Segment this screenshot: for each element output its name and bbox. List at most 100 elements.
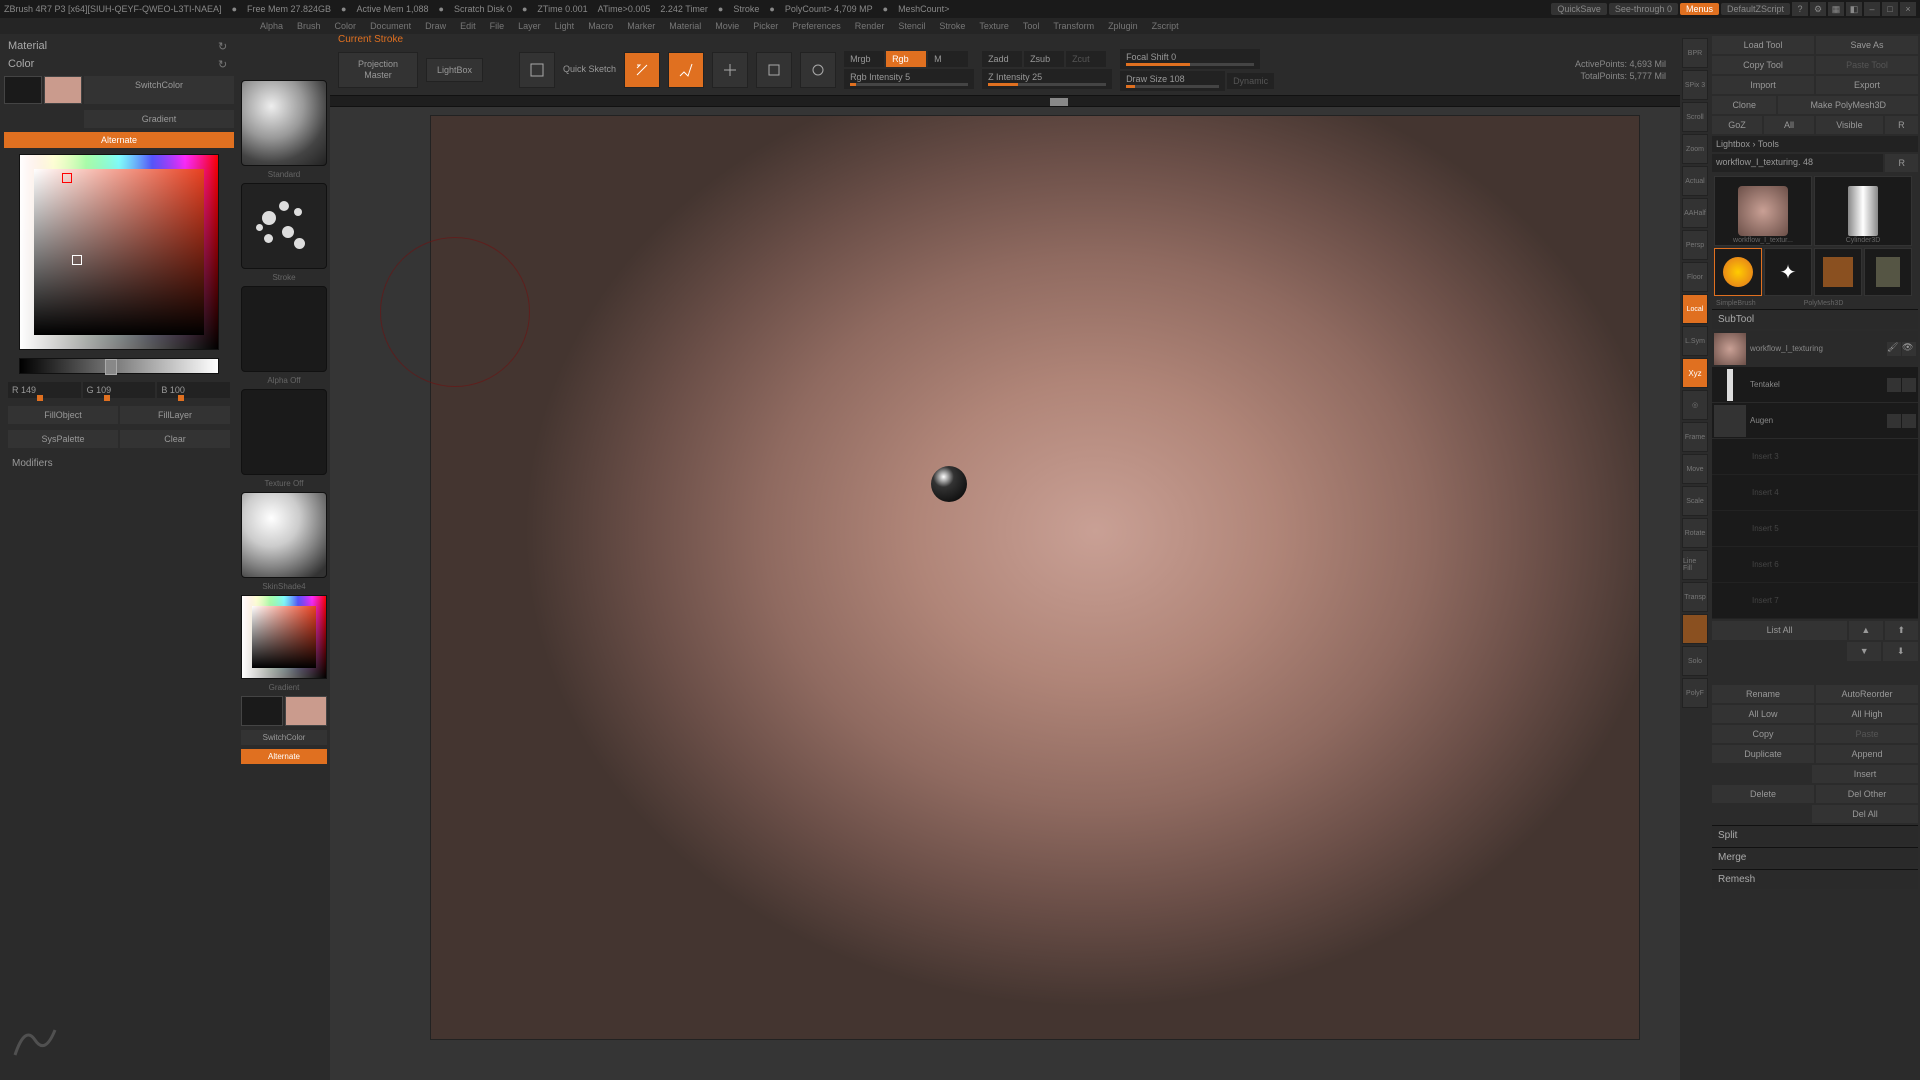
g-field[interactable]: G 109 (83, 382, 156, 398)
menu-material[interactable]: Material (669, 21, 701, 31)
ruler[interactable] (330, 95, 1680, 107)
primary-color-swatch[interactable] (44, 76, 82, 104)
scale-button[interactable] (756, 52, 792, 88)
subtool-empty-1[interactable]: Insert 3 (1712, 439, 1918, 475)
split-header[interactable]: Split (1712, 825, 1918, 845)
bpr-button[interactable]: BPR (1682, 38, 1708, 68)
tool-thumb-6[interactable] (1864, 248, 1912, 296)
menu-transform[interactable]: Transform (1053, 21, 1094, 31)
auto-reorder-button[interactable]: AutoReorder (1816, 685, 1918, 703)
lsym-button[interactable]: L.Sym (1682, 326, 1708, 356)
rgb-button[interactable]: Rgb (886, 51, 926, 67)
lightbox-tools-label[interactable]: Lightbox › Tools (1712, 136, 1918, 152)
delete-button[interactable]: Delete (1712, 785, 1814, 803)
export-button[interactable]: Export (1816, 76, 1918, 94)
mini-swatch-primary[interactable] (285, 696, 327, 726)
refresh-icon[interactable]: ↻ (218, 58, 230, 70)
all-high-button[interactable]: All High (1816, 705, 1918, 723)
subtool-empty-4[interactable]: Insert 6 (1712, 547, 1918, 583)
local-button[interactable]: Local (1682, 294, 1708, 324)
polyf-button[interactable]: PolyF (1682, 678, 1708, 708)
paint-icon[interactable]: 🖌 (1887, 342, 1901, 356)
save-as-button[interactable]: Save As (1816, 36, 1918, 54)
tool-thumb-1[interactable]: workflow_I_textur... (1714, 176, 1812, 246)
del-all-button[interactable]: Del All (1812, 805, 1918, 823)
menu-file[interactable]: File (490, 21, 505, 31)
tool-thumb-3[interactable] (1714, 248, 1762, 296)
help-icon[interactable]: ? (1792, 2, 1808, 16)
move-up-icon[interactable]: ⬆ (1885, 621, 1918, 640)
xpose-button[interactable]: ◎ (1682, 390, 1708, 420)
menu-brush[interactable]: Brush (297, 21, 321, 31)
eye-icon[interactable] (1902, 378, 1916, 392)
gradient-button[interactable]: Gradient (84, 110, 234, 128)
insert-button[interactable]: Insert (1812, 765, 1918, 783)
ghost-button[interactable] (1682, 614, 1708, 644)
mini-switch-color-button[interactable]: SwitchColor (241, 730, 327, 745)
fill-layer-button[interactable]: FillLayer (120, 406, 230, 424)
modifiers-label[interactable]: Modifiers (4, 452, 234, 475)
zoom-button[interactable]: Zoom (1682, 134, 1708, 164)
eye-icon[interactable] (1902, 414, 1916, 428)
scroll-button[interactable]: Scroll (1682, 102, 1708, 132)
floor-button[interactable]: Floor (1682, 262, 1708, 292)
close-icon[interactable]: × (1900, 2, 1916, 16)
copy-tool-button[interactable]: Copy Tool (1712, 56, 1814, 74)
xyz-button[interactable]: Xyz (1682, 358, 1708, 388)
goz-button[interactable]: GoZ (1712, 116, 1762, 134)
edit-button[interactable] (624, 52, 660, 88)
eye-icon[interactable]: 👁 (1902, 342, 1916, 356)
z-intensity-slider[interactable]: Z Intensity 25 (982, 69, 1112, 89)
m-button[interactable]: M (928, 51, 968, 67)
lightbox-button[interactable]: LightBox (426, 58, 483, 83)
scale-tool-button[interactable]: Scale (1682, 486, 1708, 516)
canvas-viewport[interactable] (330, 107, 1680, 1080)
menu-draw[interactable]: Draw (425, 21, 446, 31)
rotate-button[interactable] (800, 52, 836, 88)
switch-color-button[interactable]: SwitchColor (84, 76, 234, 104)
move-down-icon[interactable]: ⬇ (1883, 642, 1918, 661)
r-field[interactable]: R 149 (8, 382, 81, 398)
tool-thumb-5[interactable] (1814, 248, 1862, 296)
menu-tool[interactable]: Tool (1023, 21, 1040, 31)
up-arrow-icon[interactable]: ▲ (1849, 621, 1882, 640)
tool-name-field[interactable]: workflow_I_texturing. 48 (1712, 154, 1883, 172)
dynamic-button[interactable]: Dynamic (1227, 73, 1274, 89)
material-thumb[interactable] (241, 492, 327, 578)
duplicate-button[interactable]: Duplicate (1712, 745, 1814, 763)
zsub-button[interactable]: Zsub (1024, 51, 1064, 67)
persp-button[interactable]: Persp (1682, 230, 1708, 260)
aahalf-button[interactable]: AAHalf (1682, 198, 1708, 228)
ruler-handle[interactable] (1050, 98, 1068, 106)
menu-picker[interactable]: Picker (753, 21, 778, 31)
seethrough-button[interactable]: See-through 0 (1609, 3, 1678, 15)
subtool-item-1[interactable]: workflow_I_texturing 🖌👁 (1712, 331, 1918, 367)
gray-slider-handle[interactable] (105, 359, 117, 375)
layout-icon[interactable]: ▦ (1828, 2, 1844, 16)
solo-button[interactable]: Solo (1682, 646, 1708, 676)
quick-sketch-button[interactable] (519, 52, 555, 88)
goz-r-button[interactable]: R (1885, 116, 1918, 134)
menu-render[interactable]: Render (855, 21, 885, 31)
menu-color[interactable]: Color (335, 21, 357, 31)
spix-button[interactable]: SPix 3 (1682, 70, 1708, 100)
gray-slider[interactable] (19, 358, 219, 374)
menu-edit[interactable]: Edit (460, 21, 476, 31)
color-icon[interactable]: ◧ (1846, 2, 1862, 16)
frame-button[interactable]: Frame (1682, 422, 1708, 452)
goz-all-button[interactable]: All (1764, 116, 1814, 134)
fill-object-button[interactable]: FillObject (8, 406, 118, 424)
maximize-icon[interactable]: □ (1882, 2, 1898, 16)
mini-color-picker[interactable] (241, 595, 327, 679)
menu-document[interactable]: Document (370, 21, 411, 31)
stroke-thumb[interactable] (241, 183, 327, 269)
rotate-tool-button[interactable]: Rotate (1682, 518, 1708, 548)
menu-stroke[interactable]: Stroke (939, 21, 965, 31)
menu-macro[interactable]: Macro (588, 21, 613, 31)
paste-tool-button[interactable]: Paste Tool (1816, 56, 1918, 74)
paint-icon[interactable] (1887, 414, 1901, 428)
menus-button[interactable]: Menus (1680, 3, 1719, 15)
subtool-empty-3[interactable]: Insert 5 (1712, 511, 1918, 547)
brush-thumb-standard[interactable] (241, 80, 327, 166)
all-low-button[interactable]: All Low (1712, 705, 1814, 723)
